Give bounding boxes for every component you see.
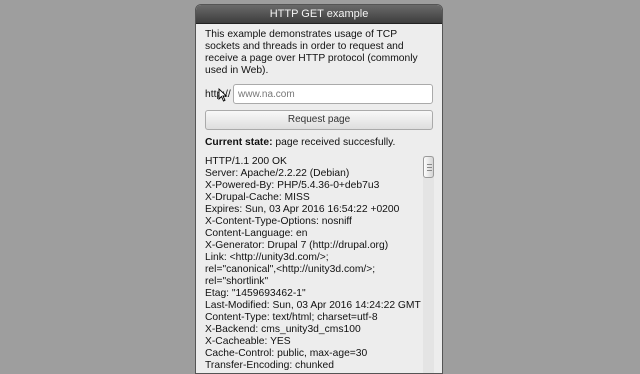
response-line: X-Cacheable: YES [205,336,291,347]
intro-text: This example demonstrates usage of TCP s… [205,29,418,76]
response-line: X-Drupal-Cache: MISS [205,192,310,203]
url-input[interactable] [233,84,433,104]
grip-icon [427,170,432,171]
response-line: X-Generator: Drupal 7 (http://drupal.org… [205,240,389,251]
window-content: This example demonstrates usage of TCP s… [196,24,442,373]
response-line: Cache-Control: public, max-age=30 [205,348,368,359]
response-text: HTTP/1.1 200 OK Server: Apache/2.2.22 (De… [205,156,421,373]
response-scrollbar[interactable] [423,156,434,373]
scrollbar-thumb[interactable] [423,156,434,178]
response-line: HTTP/1.1 200 OK [205,156,287,167]
response-line: rel="shortlink" [205,276,269,287]
response-line: Content-Language: en [205,228,308,239]
response-line: X-Backend: cms_unity3d_cms100 [205,324,361,335]
request-page-button[interactable]: Request page [205,110,433,130]
current-state: Current state: page received succesfully… [205,137,433,148]
response-line: X-Powered-By: PHP/5.4.36-0+deb7u3 [205,180,380,191]
response-area[interactable]: HTTP/1.1 200 OK Server: Apache/2.2.22 (De… [205,156,434,373]
response-line: Etag: "1459693462-1" [205,288,306,299]
response-line: Link: <http://unity3d.com/>; [205,252,329,263]
response-line: Transfer-Encoding: chunked [205,360,334,371]
grip-icon [427,164,432,165]
response-line: Content-Type: text/html; charset=utf-8 [205,312,378,323]
http-get-window: HTTP GET example This example demonstrat… [195,4,443,374]
window-title: HTTP GET example [196,5,442,24]
grip-icon [427,167,432,168]
response-line: rel="canonical",<http://unity3d.com/>; [205,264,376,275]
mouse-pointer-icon [218,88,228,102]
response-line: Server: Apache/2.2.22 (Debian) [205,168,350,179]
response-line: Expires: Sun, 03 Apr 2016 16:54:22 +0200 [205,204,400,215]
current-state-value: page received succesfully. [275,137,396,148]
response-line: X-Content-Type-Options: nosniff [205,216,352,227]
url-row: http:// [205,84,433,104]
response-line: Last-Modified: Sun, 03 Apr 2016 14:24:22… [205,300,421,311]
current-state-label: Current state: [205,137,273,148]
